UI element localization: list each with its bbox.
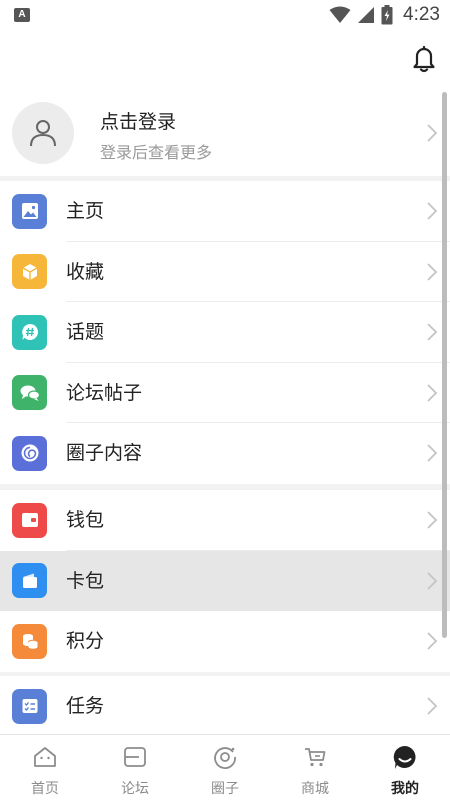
cell-signal-icon [358, 7, 375, 23]
menu-group-assets: 钱包 卡包 积分 [0, 490, 450, 672]
tab-label: 我的 [391, 781, 419, 797]
chevron-right-icon [427, 632, 438, 650]
tab-home[interactable]: 首页 [0, 735, 90, 800]
menu-item-tasks[interactable]: 任务 [0, 676, 450, 737]
task-list-icon [12, 688, 47, 724]
chat-bubbles-icon [12, 375, 47, 410]
menu-item-home[interactable]: 主页 [0, 181, 450, 242]
image-icon [12, 193, 47, 229]
tab-label: 圈子 [211, 781, 239, 797]
avatar[interactable] [12, 102, 74, 164]
tab-forum[interactable]: 论坛 [90, 735, 180, 800]
notification-bell-icon[interactable] [408, 42, 440, 74]
chevron-right-icon [427, 262, 438, 281]
status-indicators: 4:23 [329, 4, 440, 26]
menu-item-label: 圈子内容 [66, 442, 143, 464]
circle-swirl-icon [12, 435, 47, 471]
menu-item-card-holder[interactable]: 卡包 [0, 550, 450, 611]
battery-charging-icon [381, 5, 393, 25]
tab-mall[interactable]: 商城 [270, 735, 360, 800]
chevron-right-icon [427, 383, 438, 402]
login-title[interactable]: 点击登录 [100, 107, 176, 134]
header [0, 30, 450, 90]
chevron-right-icon [427, 511, 438, 529]
menu-item-points[interactable]: 积分 [0, 611, 450, 672]
menu-group-content: 主页 收藏 话题 论坛帖子 圈子内容 [0, 181, 450, 484]
menu-item-favorites[interactable]: 收藏 [0, 242, 450, 302]
tab-label: 论坛 [121, 781, 149, 797]
menu-item-topics[interactable]: 话题 [0, 302, 450, 363]
menu-item-circle-content[interactable]: 圈子内容 [0, 423, 450, 484]
coins-icon [12, 623, 47, 659]
menu-item-label: 钱包 [66, 509, 105, 531]
chevron-right-icon [427, 571, 438, 590]
box-icon [12, 254, 47, 289]
chevron-right-icon [427, 697, 438, 715]
chevron-right-icon [427, 124, 438, 142]
menu-item-label: 主页 [66, 200, 105, 222]
profile-chat-icon [393, 745, 416, 769]
status-bar: A 4:23 [0, 0, 450, 30]
app-notification-icon: A [14, 8, 30, 22]
clock: 4:23 [403, 4, 440, 25]
chevron-right-icon [427, 444, 438, 462]
menu-item-label: 论坛帖子 [66, 381, 143, 404]
chevron-right-icon [427, 202, 438, 220]
tab-label: 首页 [31, 781, 59, 797]
chevron-right-icon [427, 323, 438, 341]
menu-item-label: 收藏 [66, 260, 105, 283]
wifi-icon [329, 6, 351, 23]
card-holder-icon [12, 563, 47, 598]
hashtag-chat-icon [12, 314, 47, 350]
forum-icon [124, 747, 146, 767]
menu-group-tasks: 任务 [0, 676, 450, 737]
wallet-icon [12, 502, 47, 538]
menu-item-label: 任务 [66, 695, 105, 717]
menu-item-label: 卡包 [66, 569, 105, 592]
home-face-icon [34, 747, 56, 767]
menu-item-label: 话题 [66, 321, 105, 343]
user-icon [30, 120, 56, 147]
login-card[interactable]: 点击登录 登录后查看更多 [0, 90, 450, 176]
tab-mine[interactable]: 我的 [360, 735, 450, 800]
circle-icon [214, 747, 236, 769]
menu-item-forum-posts[interactable]: 论坛帖子 [0, 363, 450, 423]
cart-icon [305, 748, 326, 767]
tab-label: 商城 [301, 781, 329, 797]
login-subtitle: 登录后查看更多 [100, 143, 213, 162]
menu-item-wallet[interactable]: 钱包 [0, 490, 450, 551]
tab-circle[interactable]: 圈子 [180, 735, 270, 800]
bottom-tab-bar: 首页 论坛 圈子 商城 我的 [0, 734, 450, 800]
scrollbar[interactable] [442, 92, 447, 638]
menu-item-label: 积分 [66, 630, 105, 652]
